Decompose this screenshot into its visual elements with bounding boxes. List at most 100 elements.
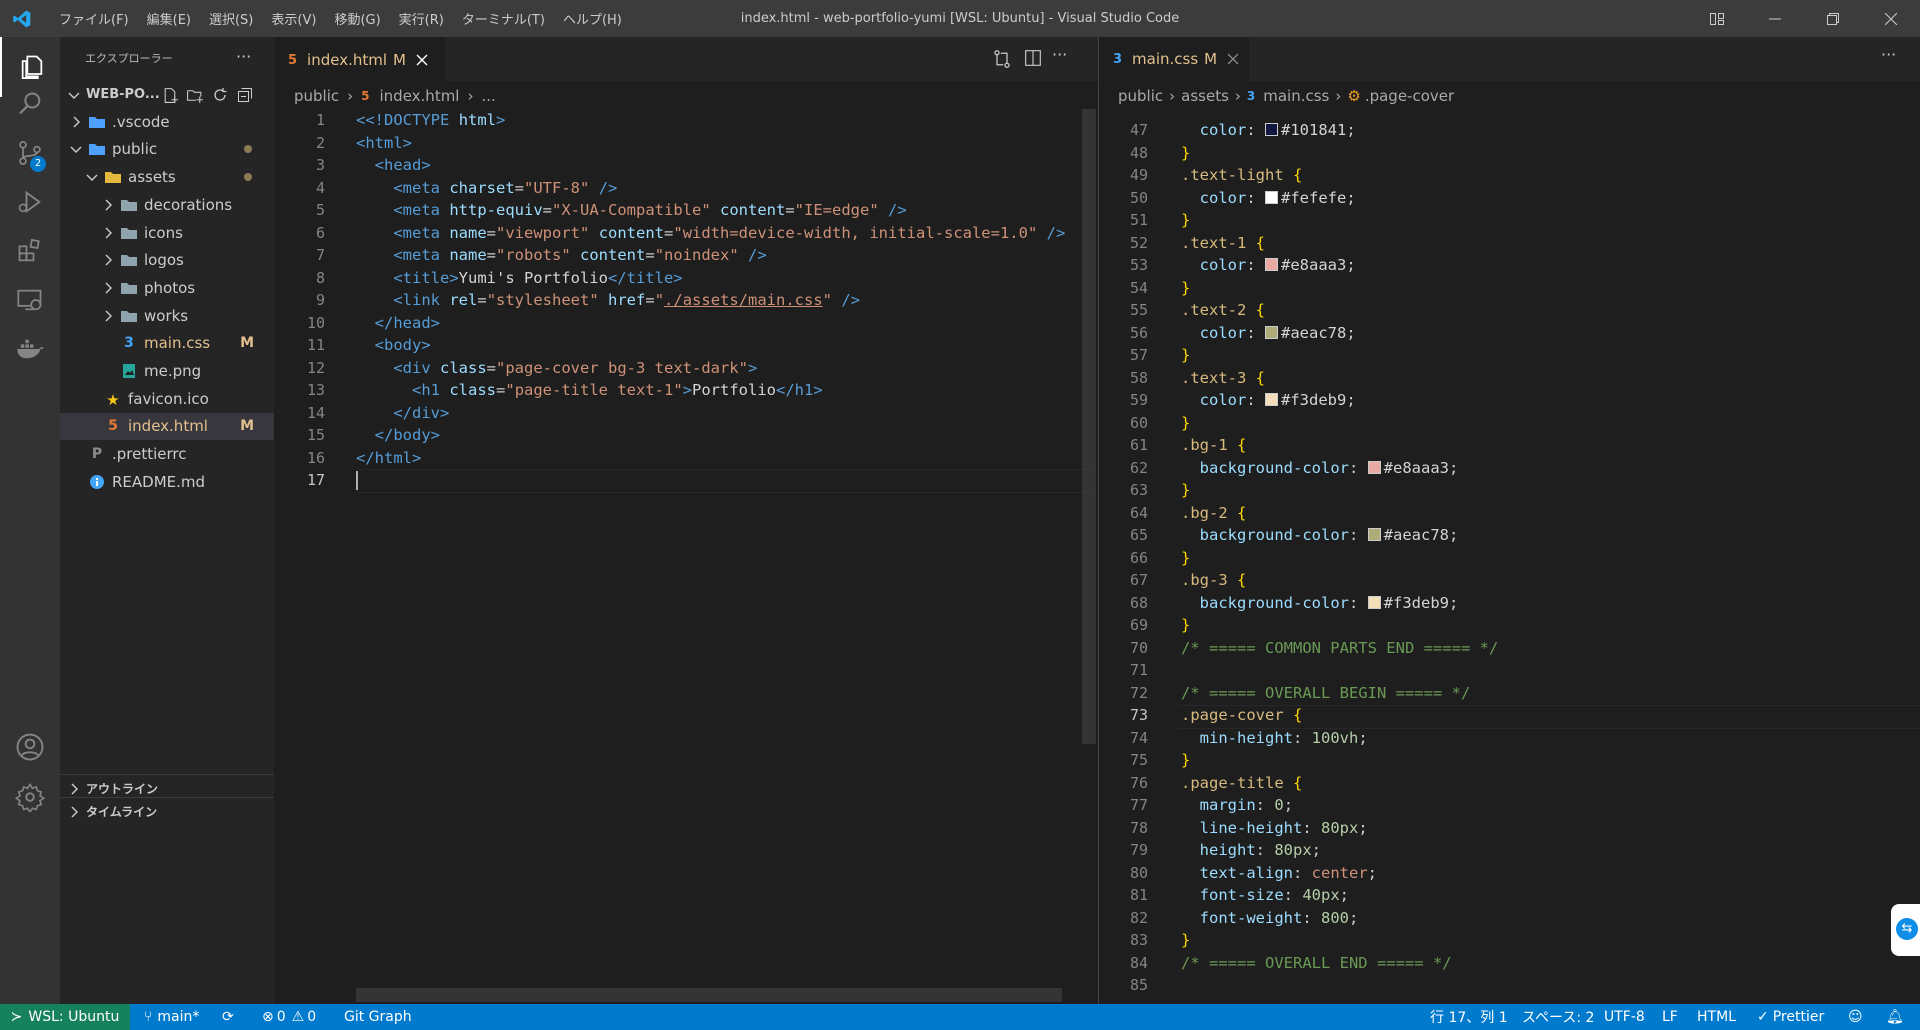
cursor-position[interactable]: 行 17、列 1 <box>1430 1004 1508 1030</box>
line-number: 12 <box>306 358 325 377</box>
line-number: 78 <box>1129 818 1148 837</box>
tree-item[interactable]: 5 index.html M <box>60 412 274 441</box>
remote-indicator[interactable]: ≻ WSL: Ubuntu <box>0 1004 130 1030</box>
menu-file[interactable]: ファイル(F) <box>50 9 138 28</box>
sync-icon[interactable]: ⟳ <box>222 1004 234 1030</box>
docker-icon[interactable] <box>0 319 60 379</box>
tree-item[interactable]: ★ favicon.ico <box>60 385 274 413</box>
menu-view[interactable]: 表示(V) <box>262 9 325 28</box>
code-token: 0 <box>1274 796 1284 814</box>
teamviewer-widget[interactable]: ⇆ <box>1891 904 1920 956</box>
folder-icon <box>121 255 137 267</box>
tree-item-label: main.css <box>144 334 211 353</box>
minimize-icon[interactable] <box>1746 0 1804 37</box>
tree-item[interactable]: decorations <box>60 191 274 219</box>
tab-index-html[interactable]: 5 index.html M <box>274 37 446 82</box>
indentation[interactable]: スペース: 2 <box>1522 1004 1594 1030</box>
refresh-icon[interactable] <box>212 87 228 103</box>
menu-run[interactable]: 実行(R) <box>390 9 453 28</box>
menu-edit[interactable]: 編集(E) <box>138 9 200 28</box>
more-actions-icon[interactable]: ··· <box>236 37 251 81</box>
tree-item[interactable]: photos <box>60 274 274 302</box>
encoding[interactable]: UTF-8 <box>1604 1004 1645 1030</box>
code-token: "UTF-8" <box>524 178 590 197</box>
tree-item[interactable]: README.md <box>60 468 274 496</box>
code-comment: /* ===== OVERALL BEGIN ===== */ <box>1181 683 1471 702</box>
breadcrumb-symbol[interactable]: .page-cover <box>1365 87 1454 105</box>
chevron-down-icon <box>86 174 98 182</box>
new-folder-icon[interactable] <box>186 87 204 104</box>
prettier-status[interactable]: ✓ Prettier <box>1757 1004 1824 1030</box>
restore-icon[interactable] <box>1804 0 1862 37</box>
tree-item[interactable]: 3 main.css M <box>60 330 274 358</box>
chevron-down-icon <box>68 92 80 99</box>
breadcrumb-assets[interactable]: assets <box>1181 87 1229 105</box>
line-number: 72 <box>1129 683 1148 702</box>
line-number: 79 <box>1129 841 1148 859</box>
breadcrumb-public[interactable]: public <box>1118 87 1163 105</box>
feedback-icon[interactable]: ☺ <box>1848 1004 1863 1030</box>
menu-go[interactable]: 移動(G) <box>325 9 389 28</box>
close-icon[interactable] <box>416 54 428 66</box>
problems-indicator[interactable]: ⊗ 0 ⚠ 0 <box>262 1004 316 1030</box>
tree-item[interactable]: me.png <box>60 357 274 385</box>
editor-more-icon[interactable]: ··· <box>1881 45 1896 64</box>
breadcrumb-file[interactable]: main.css <box>1263 87 1329 105</box>
git-graph-button[interactable]: Git Graph <box>344 1004 412 1030</box>
tree-item[interactable]: P .prettierrc <box>60 440 274 468</box>
tab-main-css[interactable]: 3 main.css M <box>1099 37 1249 81</box>
tree-item[interactable]: public <box>60 136 274 164</box>
css3-icon: 3 <box>124 335 134 352</box>
git-branch-icon: ⑂ <box>144 1009 153 1025</box>
collapse-all-icon[interactable] <box>237 87 253 103</box>
notifications-bell-icon[interactable]: 🔔︎ <box>1886 1004 1904 1030</box>
left-tab-bar: 5 index.html M ··· <box>274 37 1098 82</box>
tree-item[interactable]: assets <box>60 163 274 191</box>
open-changes-icon[interactable] <box>992 49 1012 69</box>
menu-help[interactable]: ヘルプ(H) <box>554 9 631 28</box>
tree-item-label: favicon.ico <box>128 389 209 408</box>
code-token: "X-UA-Compatible" <box>552 201 711 219</box>
line-number: 13 <box>306 381 325 399</box>
layout-icon[interactable] <box>1688 0 1746 37</box>
breadcrumb-file[interactable]: index.html <box>380 87 460 105</box>
left-editor[interactable]: 1 2 3 4 5 6 7 8 9 10 11 12 13 14 15 16 17 <<!DOCTYPE htm… <box>274 109 1098 1004</box>
language-mode[interactable]: HTML <box>1697 1004 1736 1030</box>
split-editor-icon[interactable] <box>1024 49 1042 67</box>
menu-selection[interactable]: 選択(S) <box>200 9 262 28</box>
folder-icon <box>105 172 121 184</box>
chevron-right-icon <box>71 783 78 794</box>
tree-item[interactable]: works <box>60 302 274 330</box>
code-token: 80px <box>1274 841 1312 859</box>
horizontal-scrollbar[interactable] <box>356 988 1062 1002</box>
tree-item[interactable]: logos <box>60 247 274 275</box>
code-token: #e8aaa3 <box>1281 256 1347 274</box>
menu-terminal[interactable]: ターミナル(T) <box>453 9 554 28</box>
code-token: 100vh <box>1311 728 1359 747</box>
tree-item[interactable]: icons <box>60 219 274 247</box>
code-link[interactable]: ./assets/main.css <box>664 291 823 309</box>
folder-icon <box>121 199 137 211</box>
close-window-icon[interactable] <box>1862 0 1920 37</box>
chevron-right-icon <box>105 282 112 294</box>
code-token: Yumi's Portfolio <box>458 268 608 287</box>
line-number: 65 <box>1129 526 1148 544</box>
tree-item-label: README.md <box>112 472 206 491</box>
breadcrumb-public[interactable]: public <box>294 87 339 105</box>
tree-item[interactable]: .vscode <box>60 108 274 136</box>
breadcrumb-symbol[interactable]: ... <box>481 87 495 105</box>
git-branch[interactable]: ⑂ main* <box>144 1004 199 1030</box>
vertical-scrollbar[interactable] <box>1082 109 1096 744</box>
new-file-icon[interactable] <box>162 87 179 104</box>
editor-more-icon[interactable]: ··· <box>1052 45 1067 64</box>
code-token: 800 <box>1321 908 1349 927</box>
menu-bar: ファイル(F) 編集(E) 選択(S) 表示(V) 移動(G) 実行(R) ター… <box>50 0 631 37</box>
symbol-class-icon: ⚙ <box>1347 87 1361 105</box>
settings-gear-icon[interactable] <box>0 767 60 827</box>
workspace-root[interactable]: WEB-PO... <box>60 81 274 109</box>
right-editor[interactable]: 47 48 49 50 51 52 53 54 55 56 57 58 59 60 61 62 63 64 65 66… <box>1099 109 1920 1004</box>
close-icon[interactable] <box>1227 53 1239 65</box>
warning-count: 0 <box>307 1009 317 1025</box>
timeline-section[interactable]: タイムライン <box>60 797 274 825</box>
end-of-line[interactable]: LF <box>1662 1004 1678 1030</box>
